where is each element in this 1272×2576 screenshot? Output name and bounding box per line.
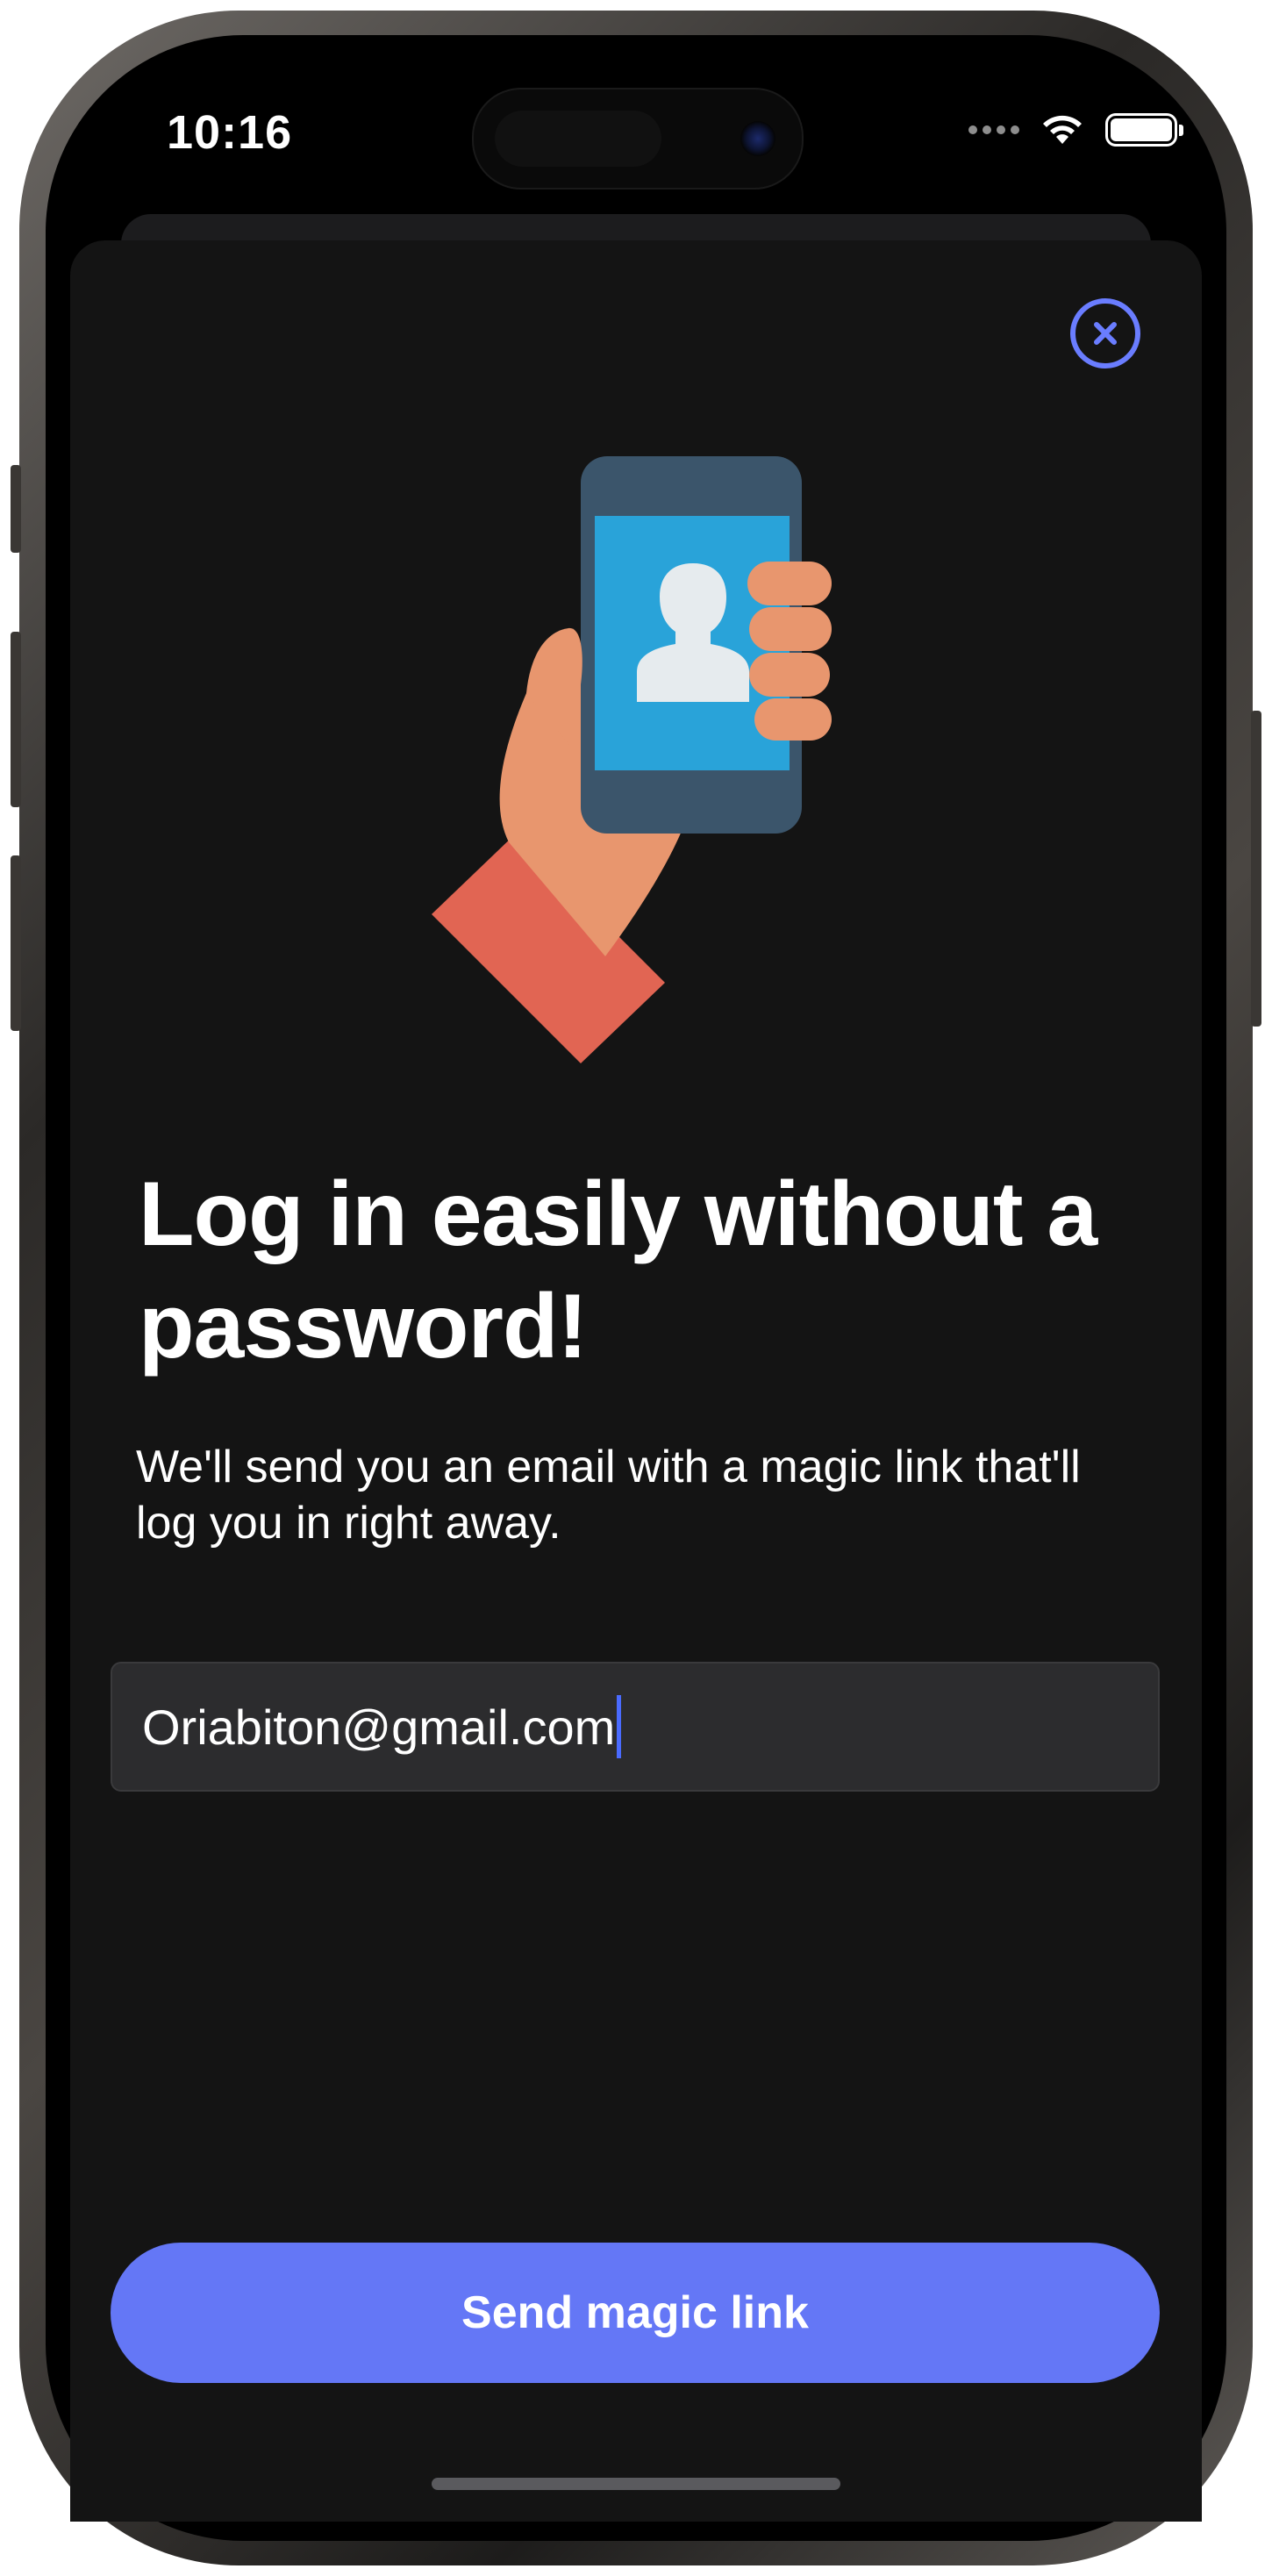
email-field-value: Oriabiton@gmail.com xyxy=(142,1699,616,1755)
email-field[interactable]: Oriabiton@gmail.com xyxy=(111,1662,1160,1792)
battery-icon xyxy=(1105,113,1183,147)
volume-up-button xyxy=(11,632,21,807)
page-subtitle: We'll send you an email with a magic lin… xyxy=(136,1442,1081,1549)
front-camera xyxy=(740,121,775,156)
status-time: 10:16 xyxy=(167,106,293,159)
island-sensor xyxy=(495,111,661,167)
page-title: Log in easily without a password! xyxy=(139,1163,1097,1377)
volume-down-button xyxy=(11,855,21,1031)
wifi-icon xyxy=(1043,115,1082,144)
home-indicator[interactable] xyxy=(432,2478,840,2490)
close-icon xyxy=(1094,322,1117,345)
signal-dots-icon xyxy=(968,125,1019,134)
text-caret xyxy=(617,1695,622,1758)
power-button xyxy=(1251,711,1261,1027)
hand-holding-phone-icon xyxy=(432,456,832,1063)
close-button[interactable] xyxy=(1070,298,1140,369)
action-button xyxy=(11,465,21,553)
status-indicators xyxy=(968,112,1183,147)
dynamic-island xyxy=(472,88,804,190)
send-magic-link-button[interactable]: Send magic link xyxy=(111,2243,1160,2383)
